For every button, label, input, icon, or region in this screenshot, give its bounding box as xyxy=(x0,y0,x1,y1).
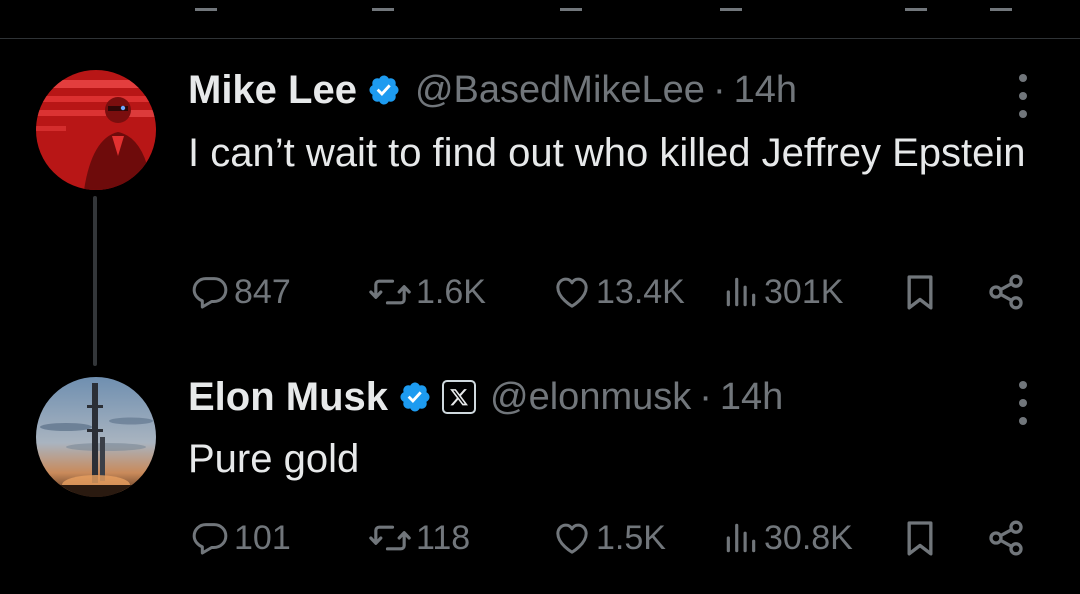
views-button[interactable]: 301K xyxy=(722,272,843,312)
repost-count: 1.6K xyxy=(416,272,486,311)
analytics-bars-icon xyxy=(722,272,760,312)
like-button[interactable]: 13.4K xyxy=(552,272,685,312)
repost-arrows-icon xyxy=(368,272,412,312)
bookmark-icon xyxy=(902,272,938,312)
share-nodes-icon xyxy=(986,518,1026,558)
separator-dot: · xyxy=(699,375,712,418)
handle[interactable]: @BasedMikeLee xyxy=(415,69,705,112)
repost-arrows-icon xyxy=(368,518,412,558)
repost-button[interactable]: 118 xyxy=(368,518,470,558)
views-count: 30.8K xyxy=(764,518,853,557)
bookmark-button[interactable] xyxy=(902,272,938,312)
more-vertical-icon[interactable] xyxy=(1014,381,1032,425)
reply-button[interactable]: 847 xyxy=(190,272,291,312)
display-name[interactable]: Mike Lee xyxy=(188,68,357,113)
verified-badge-icon[interactable] xyxy=(398,380,432,414)
tweet-text: I can’t wait to find out who killed Jeff… xyxy=(188,131,1026,175)
views-button[interactable]: 30.8K xyxy=(722,518,853,558)
handle[interactable]: @elonmusk xyxy=(490,376,691,419)
reply-icon[interactable] xyxy=(195,0,217,11)
x-logo-icon[interactable] xyxy=(442,380,477,414)
tweet-header: Mike Lee @BasedMikeLee · 14h xyxy=(188,65,797,115)
tweet-header: Elon Musk @elonmusk · 14h xyxy=(188,372,783,422)
repost-icon[interactable] xyxy=(372,0,394,11)
analytics-bars-icon xyxy=(722,518,760,558)
reply-bubble-icon xyxy=(190,518,230,558)
heart-icon xyxy=(552,518,592,558)
bookmark-icon xyxy=(902,518,938,558)
timestamp[interactable]: 14h xyxy=(720,376,783,419)
repost-count: 118 xyxy=(416,518,471,557)
share-button[interactable] xyxy=(986,272,1026,312)
bookmark-button[interactable] xyxy=(902,518,938,558)
action-bar: 101 118 1.5K 30.8K xyxy=(0,518,1080,562)
action-bar: 847 1.6K 13.4K 301K xyxy=(0,272,1080,316)
like-count: 1.5K xyxy=(596,518,666,557)
like-count: 13.4K xyxy=(596,272,685,311)
verified-badge-icon[interactable] xyxy=(367,73,401,107)
share-nodes-icon xyxy=(986,272,1026,312)
reply-count: 101 xyxy=(234,518,291,557)
display-name[interactable]: Elon Musk xyxy=(188,375,388,420)
avatar[interactable] xyxy=(36,70,156,190)
divider xyxy=(0,38,1080,39)
reply-count: 847 xyxy=(234,272,291,311)
analytics-icon[interactable] xyxy=(720,0,742,11)
bookmark-icon[interactable] xyxy=(905,0,927,11)
like-button[interactable]: 1.5K xyxy=(552,518,666,558)
previous-tweet-actions-cropped xyxy=(0,0,1080,14)
tweet-text: Pure gold xyxy=(188,437,360,481)
heart-icon xyxy=(552,272,592,312)
timestamp[interactable]: 14h xyxy=(734,69,797,112)
repost-button[interactable]: 1.6K xyxy=(368,272,486,312)
separator-dot: · xyxy=(712,68,726,111)
reply-button[interactable]: 101 xyxy=(190,518,291,558)
share-button[interactable] xyxy=(986,518,1026,558)
more-vertical-icon[interactable] xyxy=(1014,74,1032,118)
share-icon[interactable] xyxy=(990,0,1012,11)
reply-bubble-icon xyxy=(190,272,230,312)
views-count: 301K xyxy=(764,272,844,311)
heart-icon[interactable] xyxy=(560,0,582,11)
avatar[interactable] xyxy=(36,377,156,497)
